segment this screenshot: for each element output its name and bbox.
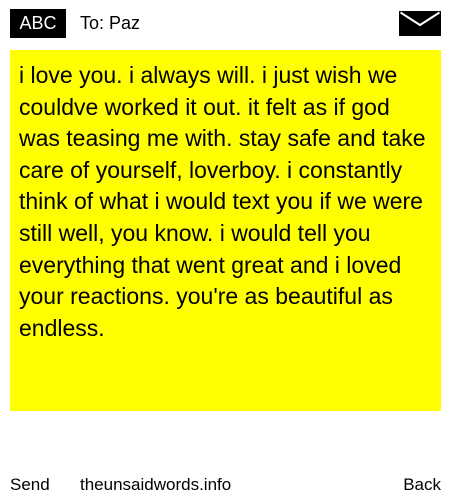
message-box: i love you. i always will. i just wish w… [10, 50, 441, 411]
back-button[interactable]: Back [403, 474, 441, 496]
site-link[interactable]: theunsaidwords.info [80, 474, 231, 496]
to-label: To: [80, 13, 105, 33]
abc-badge: ABC [10, 9, 66, 38]
recipient-row: To: Paz [80, 11, 140, 35]
send-button[interactable]: Send [10, 474, 50, 496]
message-text: i love you. i always will. i just wish w… [19, 62, 426, 341]
envelope-icon[interactable] [399, 11, 441, 36]
recipient-name: Paz [109, 13, 141, 33]
